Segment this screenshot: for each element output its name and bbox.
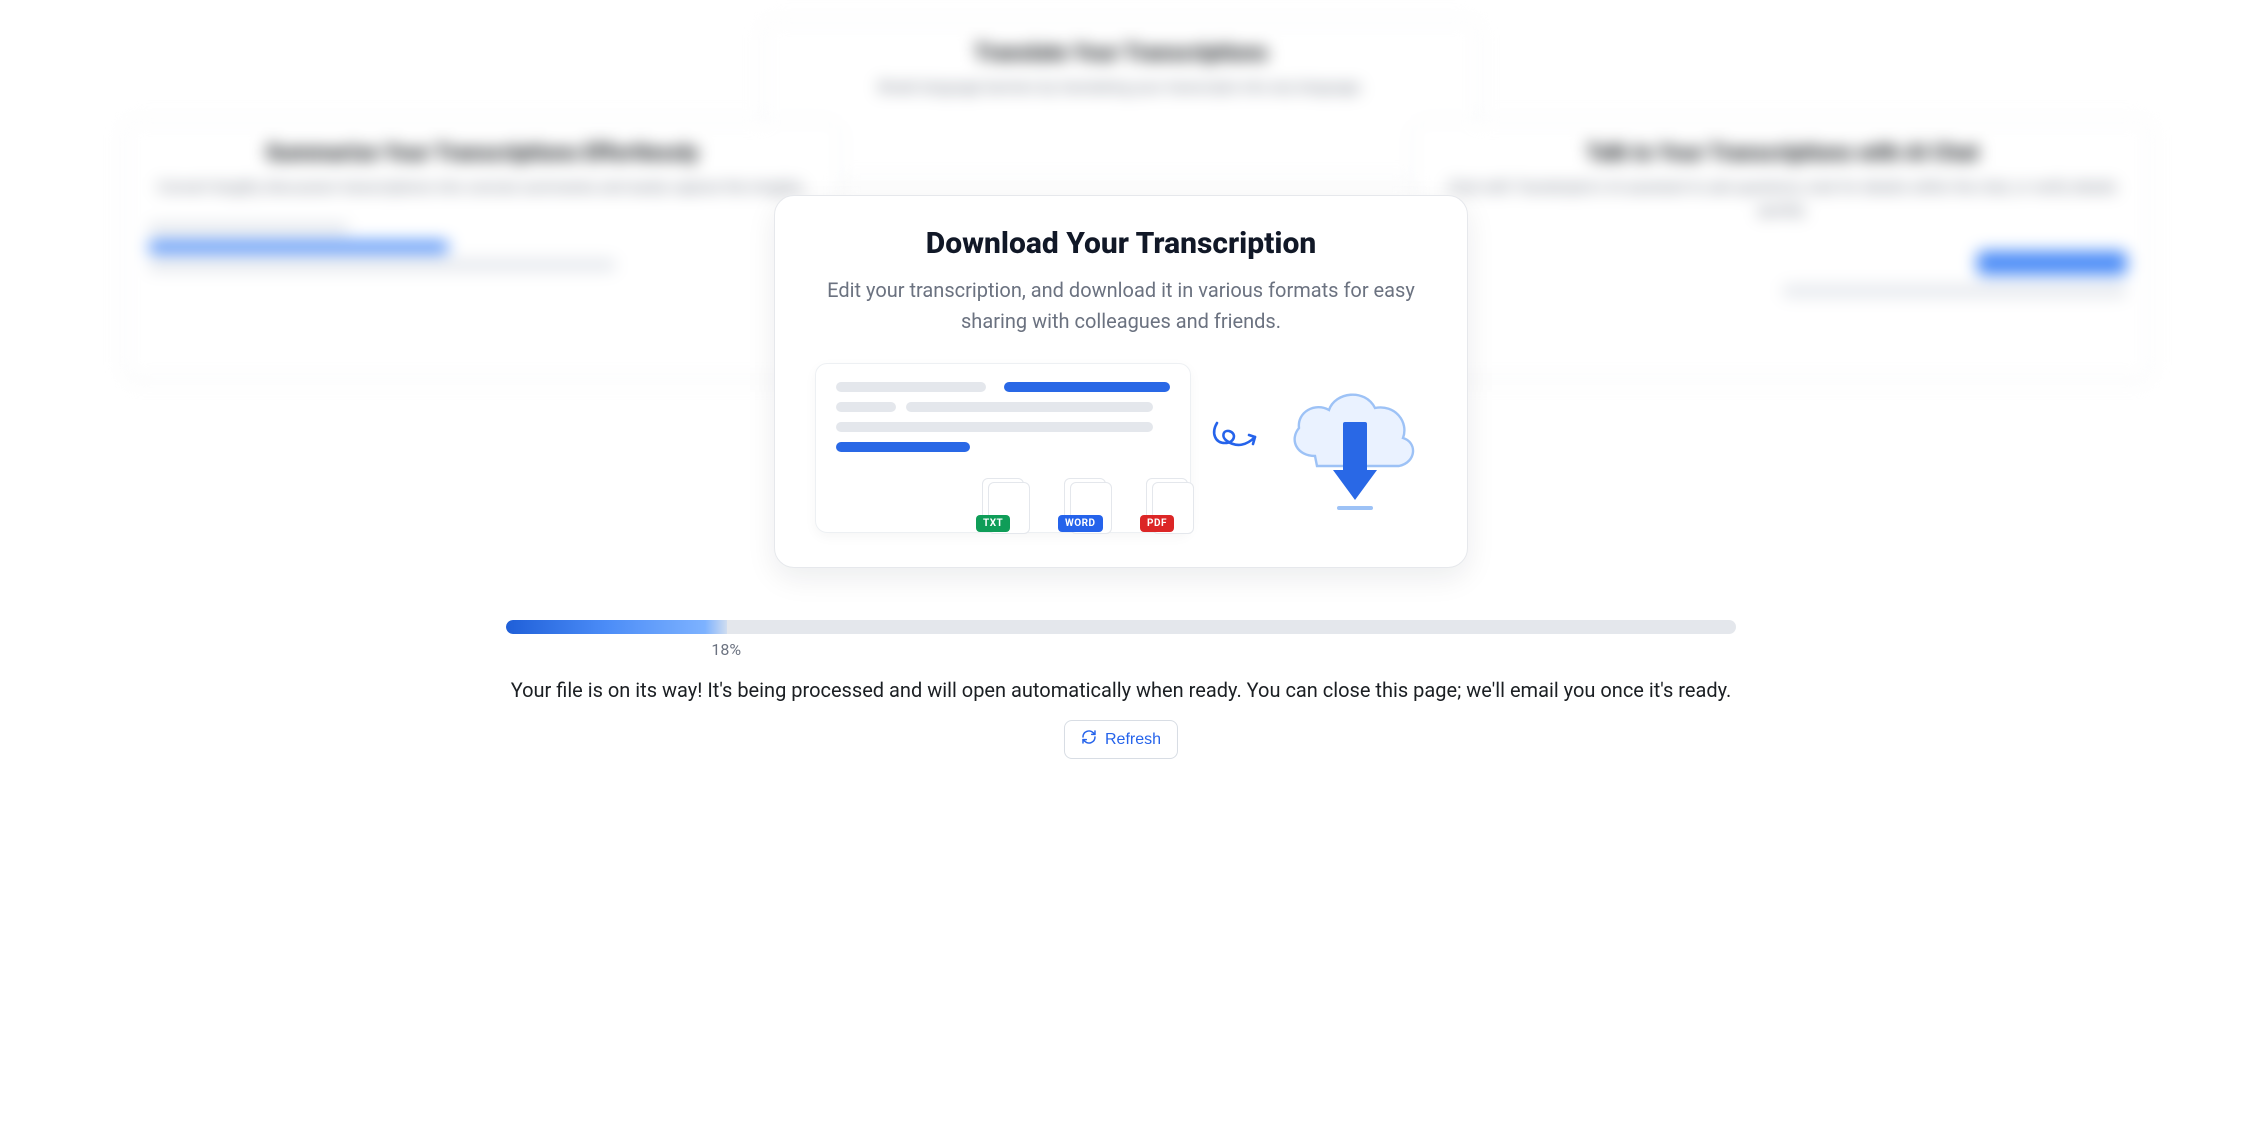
card-subtitle: Edit your transcription, and download it…	[815, 275, 1427, 337]
format-badges: TXT WORD PDF	[976, 476, 1200, 540]
format-pdf-label: PDF	[1140, 515, 1174, 532]
bg-card-desc: Convert lengthy discussion transcription…	[148, 176, 815, 199]
format-txt-label: TXT	[976, 515, 1010, 532]
background-blur-layer: Translate Your Transcriptions Break lang…	[0, 0, 2242, 1136]
format-word-label: WORD	[1058, 515, 1103, 532]
refresh-button-wrap: Refresh	[1064, 720, 1178, 759]
bg-card-title: Translate Your Transcriptions	[787, 41, 1454, 66]
progress-bar	[506, 620, 1736, 634]
bg-card-title: Summarize Your Transcriptions Effortless…	[148, 141, 815, 166]
progress-percent-label: 18%	[711, 640, 1736, 659]
cloud-download-icon	[1277, 373, 1427, 523]
bg-card-translate: Translate Your Transcriptions Break lang…	[762, 20, 1479, 180]
refresh-button[interactable]: Refresh	[1064, 720, 1178, 759]
card-title: Download Your Transcription	[815, 226, 1427, 261]
bg-card-desc: Break language barriers by translating y…	[787, 76, 1454, 99]
format-txt: TXT	[976, 476, 1036, 540]
bg-card-ai-chat: Talk to Your Transcriptions with AI Chat…	[1412, 120, 2152, 380]
bg-card-desc: Chat with Transkriptor's AI assistant to…	[1437, 176, 2127, 221]
transcript-preview: TXT WORD PDF	[815, 363, 1191, 533]
card-illustration: TXT WORD PDF	[815, 363, 1427, 533]
arrow-swirl-icon	[1209, 413, 1259, 483]
progress-bar-fill	[506, 620, 727, 634]
page-root: Translate Your Transcriptions Break lang…	[0, 0, 2242, 1136]
refresh-button-label: Refresh	[1105, 731, 1161, 749]
status-message: Your file is on its way! It's being proc…	[506, 678, 1736, 702]
progress-section: 18%	[506, 620, 1736, 659]
bg-card-summarize: Summarize Your Transcriptions Effortless…	[123, 120, 840, 380]
format-pdf: PDF	[1140, 476, 1200, 540]
format-word: WORD	[1058, 476, 1118, 540]
refresh-icon	[1081, 729, 1097, 750]
bg-card-title: Talk to Your Transcriptions with AI Chat	[1437, 141, 2127, 166]
download-card: Download Your Transcription Edit your tr…	[774, 195, 1468, 568]
